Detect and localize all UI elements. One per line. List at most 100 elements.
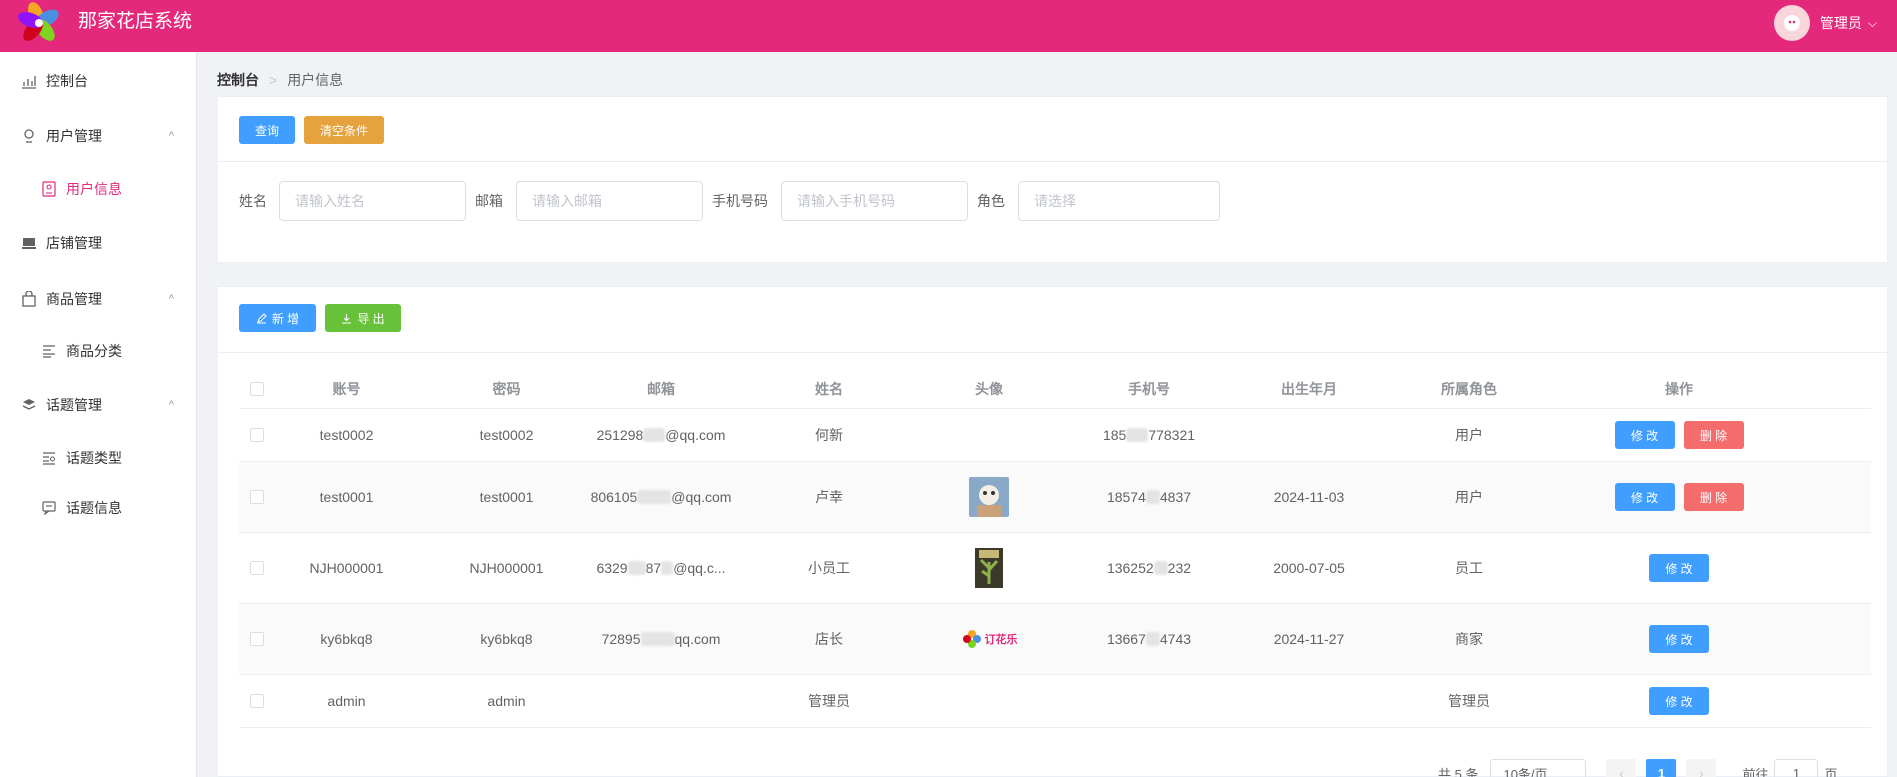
edit-icon (256, 312, 267, 323)
sidebar-item-label: 控制台 (46, 73, 88, 89)
download-icon (342, 313, 352, 324)
column-header: 手机号 (1128, 380, 1170, 397)
sidebar-item-shop-manage[interactable]: 店铺管理 (0, 223, 196, 263)
user-avatar[interactable] (1773, 5, 1810, 41)
user-table-panel: 新 增 导 出 账号 密码 邮箱 姓名 头像 手机号 出生年月 所属角色 操作 … (217, 286, 1888, 777)
search-panel: 查询 清空条件 姓名 邮箱 手机号码 角色 (217, 96, 1888, 263)
sidebar-item-topic-info[interactable]: 话题信息 (0, 488, 196, 528)
user-info-icon (40, 180, 58, 198)
table-row: admin admin 管理员 管理员 修 改 (239, 675, 1871, 728)
cat-avatar-image (969, 477, 1009, 517)
email-cell: 6329 87 @qq.c... (596, 560, 726, 576)
user-menu[interactable]: 管理员 ⌵ (1773, 5, 1877, 41)
birth-cell (1229, 675, 1389, 727)
query-button[interactable]: 查询 (239, 116, 295, 144)
page-number-current[interactable]: 1 (1646, 759, 1677, 777)
edit-button[interactable]: 修 改 (1649, 554, 1709, 582)
goto-page-input[interactable]: 1 (1774, 759, 1819, 777)
page-unit-label: 页 (1824, 766, 1838, 777)
shop-icon (20, 234, 38, 252)
email-cell: 72895 qq.com (601, 631, 721, 647)
page-size-select[interactable]: 10条/页 (1490, 759, 1587, 777)
name-input[interactable] (279, 181, 466, 221)
message-icon (40, 499, 58, 517)
column-header: 所属角色 (1441, 380, 1497, 397)
pagination: 共 5 条 10条/页 ‹ 1 › 前往 1 页 (1438, 759, 1838, 777)
email-input[interactable] (516, 181, 703, 221)
name-cell: 何新 (815, 427, 843, 443)
sidebar-item-topic-type[interactable]: 话题类型 (0, 438, 196, 478)
prev-page-button[interactable]: ‹ (1606, 759, 1637, 777)
role-label: 角色 (977, 193, 1005, 209)
column-header: 操作 (1665, 380, 1693, 397)
table-header-row: 账号 密码 邮箱 姓名 头像 手机号 出生年月 所属角色 操作 (239, 369, 1871, 409)
row-checkbox[interactable] (250, 428, 264, 442)
column-header: 出生年月 (1281, 380, 1337, 397)
row-checkbox[interactable] (250, 632, 264, 646)
name-label: 姓名 (239, 193, 267, 209)
sidebar-item-dashboard[interactable]: 控制台 (0, 61, 196, 101)
breadcrumb-home[interactable]: 控制台 (217, 70, 259, 90)
select-all-checkbox[interactable] (250, 381, 264, 396)
phone-input[interactable] (781, 181, 968, 221)
export-button[interactable]: 导 出 (325, 304, 401, 332)
email-label: 邮箱 (475, 193, 503, 209)
breadcrumb: 控制台 > 用户信息 (217, 70, 343, 90)
row-checkbox[interactable] (250, 694, 264, 708)
edit-button[interactable]: 修 改 (1614, 483, 1675, 511)
edit-button[interactable]: 修 改 (1649, 625, 1709, 653)
edit-button[interactable]: 修 改 (1614, 421, 1675, 449)
role-select[interactable] (1018, 181, 1220, 221)
chevron-up-icon[interactable]: ^ (169, 293, 174, 305)
delete-button[interactable]: 删 除 (1683, 421, 1744, 449)
delete-button[interactable]: 删 除 (1683, 483, 1744, 511)
add-button-label: 新 增 (271, 311, 300, 326)
sidebar-item-label: 商品管理 (46, 291, 102, 307)
edit-button[interactable]: 修 改 (1649, 687, 1709, 715)
user-name[interactable]: 管理员 (1820, 13, 1862, 33)
row-checkbox[interactable] (250, 561, 264, 575)
bag-icon (20, 290, 38, 308)
column-header: 头像 (975, 380, 1003, 397)
flower-logo-text: 订花乐 (984, 634, 1018, 646)
goto-label: 前往 (1742, 766, 1769, 777)
password-cell: NJH000001 (469, 560, 544, 576)
name-cell: 小员工 (808, 560, 850, 576)
account-cell: admin (327, 693, 366, 709)
account-cell: ky6bkq8 (320, 631, 373, 647)
app-title: 那家花店系统 (78, 11, 193, 32)
sidebar-item-label: 用户信息 (66, 181, 122, 197)
row-checkbox[interactable] (250, 490, 264, 504)
chevron-up-icon[interactable]: ^ (169, 130, 174, 142)
export-button-label: 导 出 (357, 311, 385, 326)
column-header: 密码 (492, 380, 521, 397)
birth-cell: 2024-11-03 (1273, 489, 1345, 505)
divider (218, 161, 1887, 162)
sidebar-item-user-info[interactable]: 用户信息 (0, 169, 196, 209)
password-cell: test0001 (479, 489, 534, 505)
password-cell: admin (487, 693, 526, 709)
sidebar-item-label: 商品分类 (66, 343, 122, 359)
column-header: 邮箱 (647, 380, 675, 397)
role-cell: 管理员 (1448, 693, 1490, 709)
next-page-button[interactable]: › (1686, 759, 1717, 777)
add-button[interactable]: 新 增 (239, 304, 316, 332)
sidebar-item-goods-manage[interactable]: 商品管理 ^ (0, 279, 196, 319)
phone-label: 手机号码 (712, 193, 768, 209)
chevron-up-icon[interactable]: ^ (169, 399, 174, 411)
chevron-down-icon[interactable]: ⌵ (1868, 16, 1877, 31)
column-header: 姓名 (815, 380, 843, 397)
sidebar-item-label: 用户管理 (46, 128, 102, 144)
sidebar-item-goods-category[interactable]: 商品分类 (0, 331, 196, 371)
email-cell: 251298 @qq.com (596, 427, 726, 443)
clear-conditions-button[interactable]: 清空条件 (304, 116, 384, 144)
table-row: test0001 test0001 806105 @qq.com 卢幸 18574… (239, 462, 1871, 533)
user-manage-icon (20, 127, 38, 145)
role-cell: 商家 (1455, 631, 1483, 647)
top-header: 那家花店系统 管理员 ⌵ (0, 0, 1897, 52)
sidebar-item-user-manage[interactable]: 用户管理 ^ (0, 116, 196, 156)
sidebar-item-topic-manage[interactable]: 话题管理 ^ (0, 385, 196, 425)
avatar-cell (909, 533, 1069, 603)
role-cell: 员工 (1455, 560, 1483, 576)
sidebar-item-label: 话题类型 (66, 450, 122, 466)
